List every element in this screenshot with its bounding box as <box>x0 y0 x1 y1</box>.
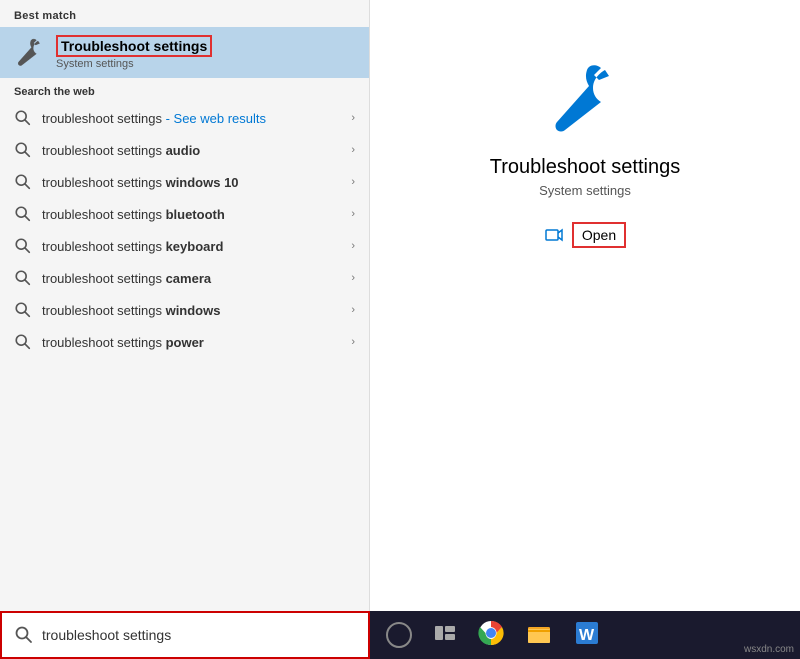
search-result-camera[interactable]: troubleshoot settings camera › <box>0 262 369 294</box>
search-result-web-results[interactable]: troubleshoot settings - See web results › <box>0 102 369 134</box>
search-bar[interactable] <box>0 611 370 659</box>
search-results-list: troubleshoot settings - See web results ›… <box>0 102 369 611</box>
search-result-bluetooth[interactable]: troubleshoot settings bluetooth › <box>0 198 369 230</box>
search-icon <box>14 625 34 645</box>
search-icon <box>14 109 32 127</box>
taskbar-explorer-icon[interactable] <box>526 620 552 651</box>
search-result-keyboard[interactable]: troubleshoot settings keyboard › <box>0 230 369 262</box>
search-result-windows10[interactable]: troubleshoot settings windows 10 › <box>0 166 369 198</box>
best-match-item[interactable]: Troubleshoot settings System settings <box>0 27 369 78</box>
chevron-right-icon: › <box>351 336 355 348</box>
taskbar-taskview-icon[interactable] <box>434 622 456 649</box>
open-button[interactable]: Open <box>572 222 626 248</box>
chevron-right-icon: › <box>351 240 355 252</box>
search-result-audio[interactable]: troubleshoot settings audio › <box>0 134 369 166</box>
best-match-label: Best match <box>0 0 369 27</box>
wrench-icon <box>14 37 46 69</box>
right-panel: Troubleshoot settings System settings Op… <box>370 0 800 611</box>
search-icon <box>14 333 32 351</box>
left-panel: Best match Troubleshoot settings System … <box>0 0 370 611</box>
chevron-right-icon: › <box>351 304 355 316</box>
search-icon <box>14 237 32 255</box>
result-text: troubleshoot settings keyboard <box>42 239 346 254</box>
result-text: troubleshoot settings camera <box>42 271 346 286</box>
app-icon-large <box>545 60 625 140</box>
result-text: troubleshoot settings bluetooth <box>42 207 346 222</box>
taskbar-word-icon[interactable]: W <box>574 620 600 651</box>
result-text: troubleshoot settings audio <box>42 143 346 158</box>
open-button-row: Open <box>544 222 626 248</box>
chevron-right-icon: › <box>351 112 355 124</box>
best-match-title: Troubleshoot settings <box>56 35 212 57</box>
search-web-label: Search the web <box>0 78 369 102</box>
best-match-subtitle: System settings <box>56 58 212 70</box>
open-icon <box>544 225 564 245</box>
watermark: wsxdn.com <box>744 644 794 655</box>
taskbar-chrome-icon[interactable] <box>478 620 504 651</box>
svg-text:W: W <box>579 627 595 644</box>
best-match-section: Best match Troubleshoot settings System … <box>0 0 369 78</box>
app-title: Troubleshoot settings <box>490 156 680 179</box>
search-icon <box>14 269 32 287</box>
app-subtitle: System settings <box>539 183 631 198</box>
chevron-right-icon: › <box>351 144 355 156</box>
search-icon <box>14 141 32 159</box>
search-icon <box>14 301 32 319</box>
result-text: troubleshoot settings windows <box>42 303 346 318</box>
search-icon <box>14 205 32 223</box>
result-text: troubleshoot settings power <box>42 335 346 350</box>
chevron-right-icon: › <box>351 272 355 284</box>
chevron-right-icon: › <box>351 208 355 220</box>
best-match-text: Troubleshoot settings System settings <box>56 35 212 70</box>
result-text: troubleshoot settings windows 10 <box>42 175 346 190</box>
search-input[interactable] <box>42 627 356 643</box>
search-icon <box>14 173 32 191</box>
chevron-right-icon: › <box>351 176 355 188</box>
result-text: troubleshoot settings - See web results <box>42 111 346 126</box>
taskbar-circle-icon[interactable] <box>386 622 412 648</box>
search-result-power[interactable]: troubleshoot settings power › <box>0 326 369 358</box>
search-result-windows[interactable]: troubleshoot settings windows › <box>0 294 369 326</box>
